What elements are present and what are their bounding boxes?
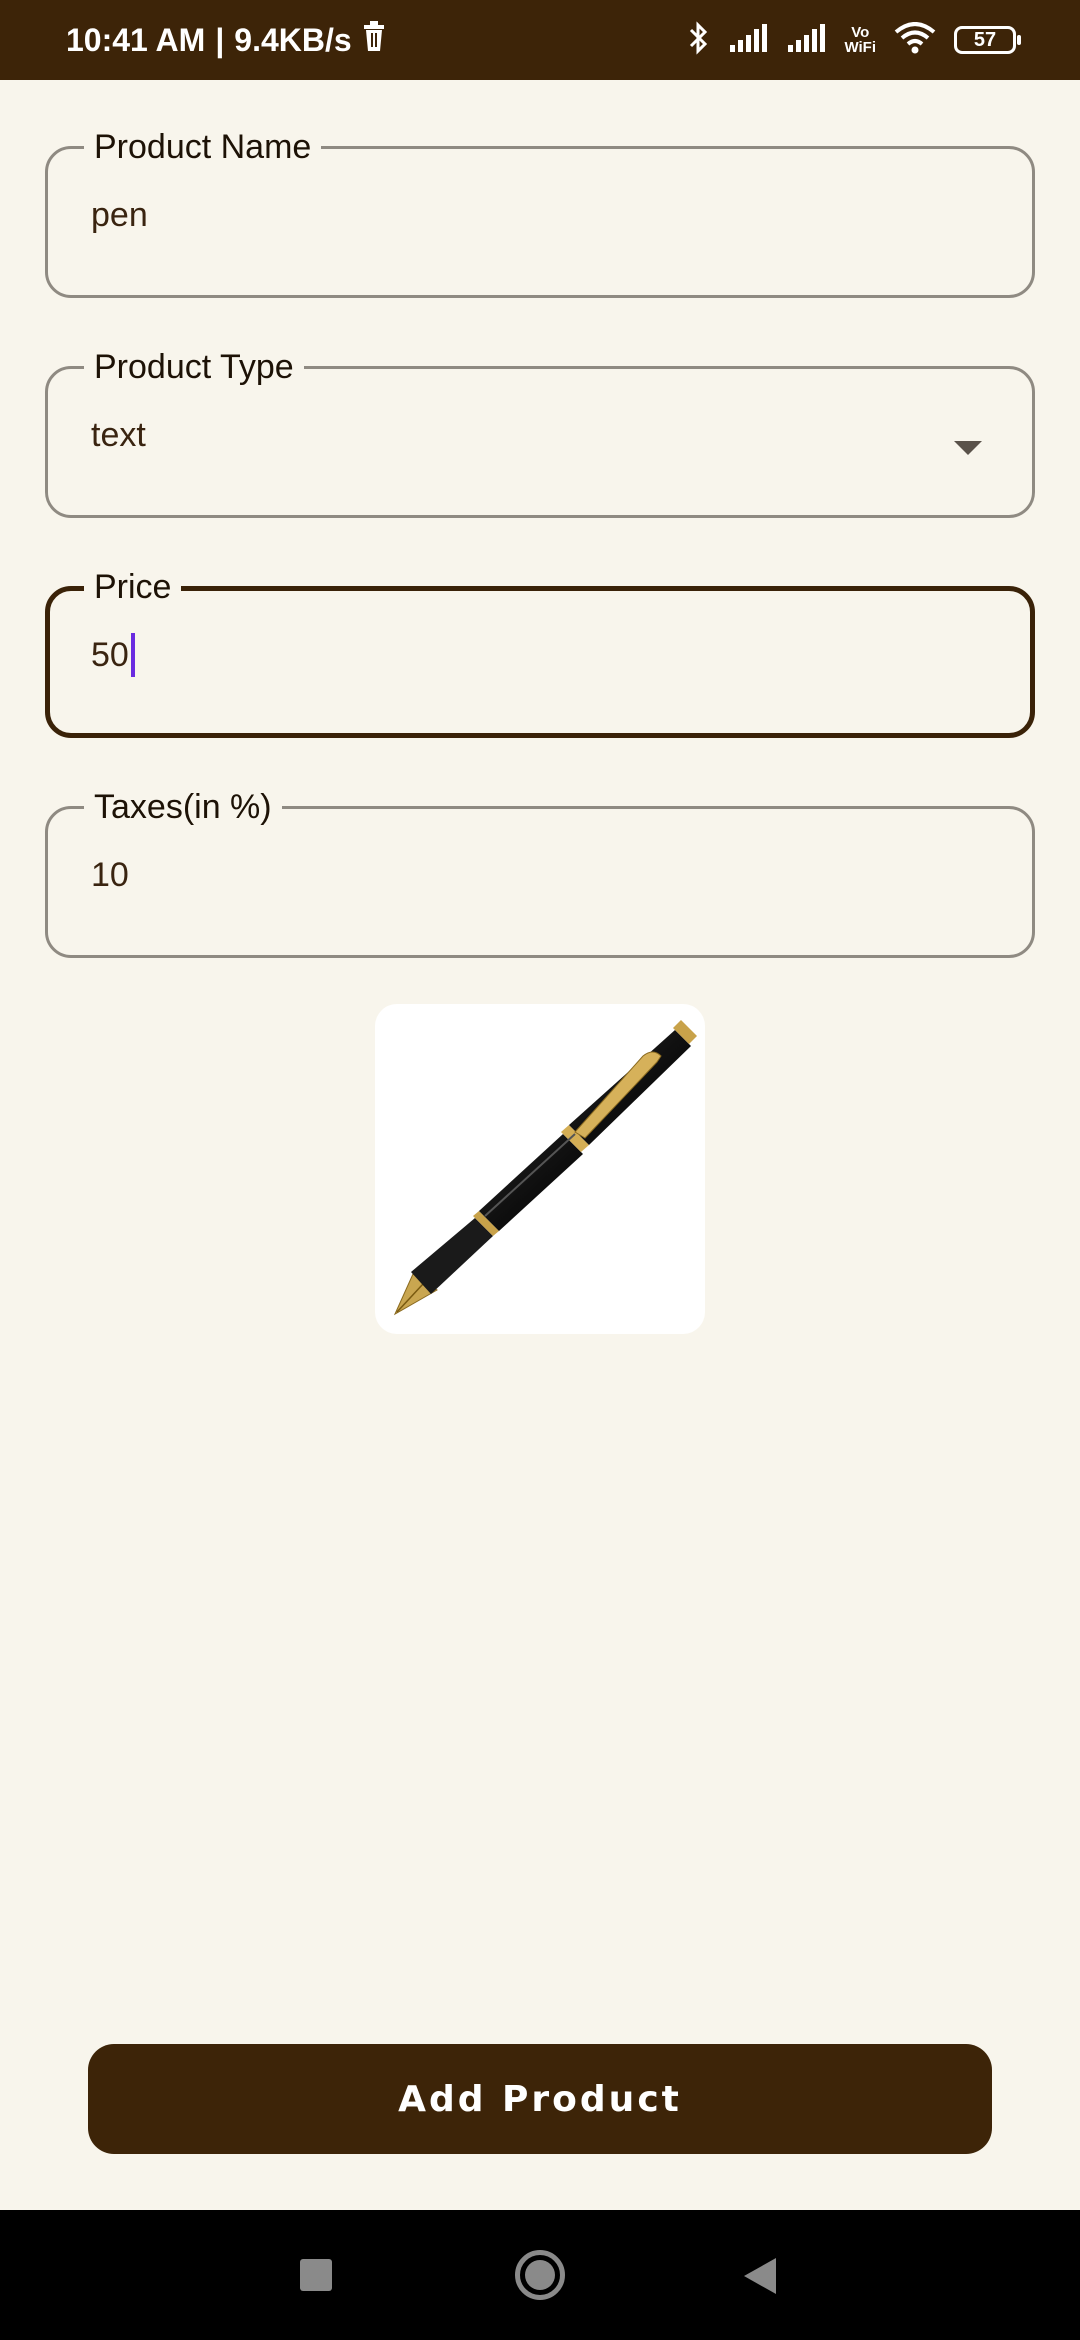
taxes-label: Taxes(in %) (84, 787, 282, 827)
battery-level: 57 (973, 28, 997, 51)
product-type-label: Product Type (84, 347, 304, 387)
product-type-dropdown[interactable]: Product Type text (45, 347, 1035, 518)
back-icon[interactable] (744, 2258, 776, 2294)
signal-icon (728, 23, 768, 58)
taxes-input[interactable]: 10 (91, 853, 129, 897)
price-value: 50 (91, 636, 129, 674)
signal-icon (786, 23, 826, 58)
product-type-value[interactable]: text (91, 413, 146, 457)
product-name-input[interactable]: pen (91, 193, 148, 237)
status-separator: | (215, 21, 225, 58)
bluetooth-icon (688, 20, 710, 60)
battery-icon: 57 (954, 26, 1021, 54)
dropdown-arrow-icon[interactable] (954, 441, 982, 455)
price-label: Price (84, 567, 182, 607)
product-image[interactable] (375, 1004, 705, 1334)
add-product-button[interactable]: Add Product (88, 2044, 992, 2154)
fountain-pen-icon (393, 1020, 697, 1316)
status-right: Vo WiFi 57 (688, 0, 1021, 80)
vowifi-bottom-label: WiFi (844, 39, 876, 56)
status-bar: 10:41 AM | 9.4KB/s Vo WiFi 57 (0, 0, 1080, 80)
vowifi-icon: Vo WiFi (844, 25, 876, 55)
product-name-label: Product Name (84, 127, 322, 167)
recents-icon[interactable] (300, 2259, 332, 2291)
vowifi-top-label: Vo (851, 24, 870, 41)
status-time: 10:41 AM (66, 21, 206, 58)
status-net-speed: 9.4KB/s (234, 21, 352, 58)
price-field[interactable]: Price 50 (45, 567, 1035, 738)
delete-icon (362, 21, 386, 59)
status-left: 10:41 AM | 9.4KB/s (66, 0, 386, 80)
text-cursor (130, 633, 135, 677)
navigation-bar (0, 2210, 1080, 2340)
home-icon[interactable] (515, 2250, 565, 2300)
product-name-field[interactable]: Product Name pen (45, 127, 1035, 298)
wifi-icon (894, 21, 936, 59)
price-input[interactable]: 50 (91, 633, 135, 677)
taxes-field[interactable]: Taxes(in %) 10 (45, 787, 1035, 958)
